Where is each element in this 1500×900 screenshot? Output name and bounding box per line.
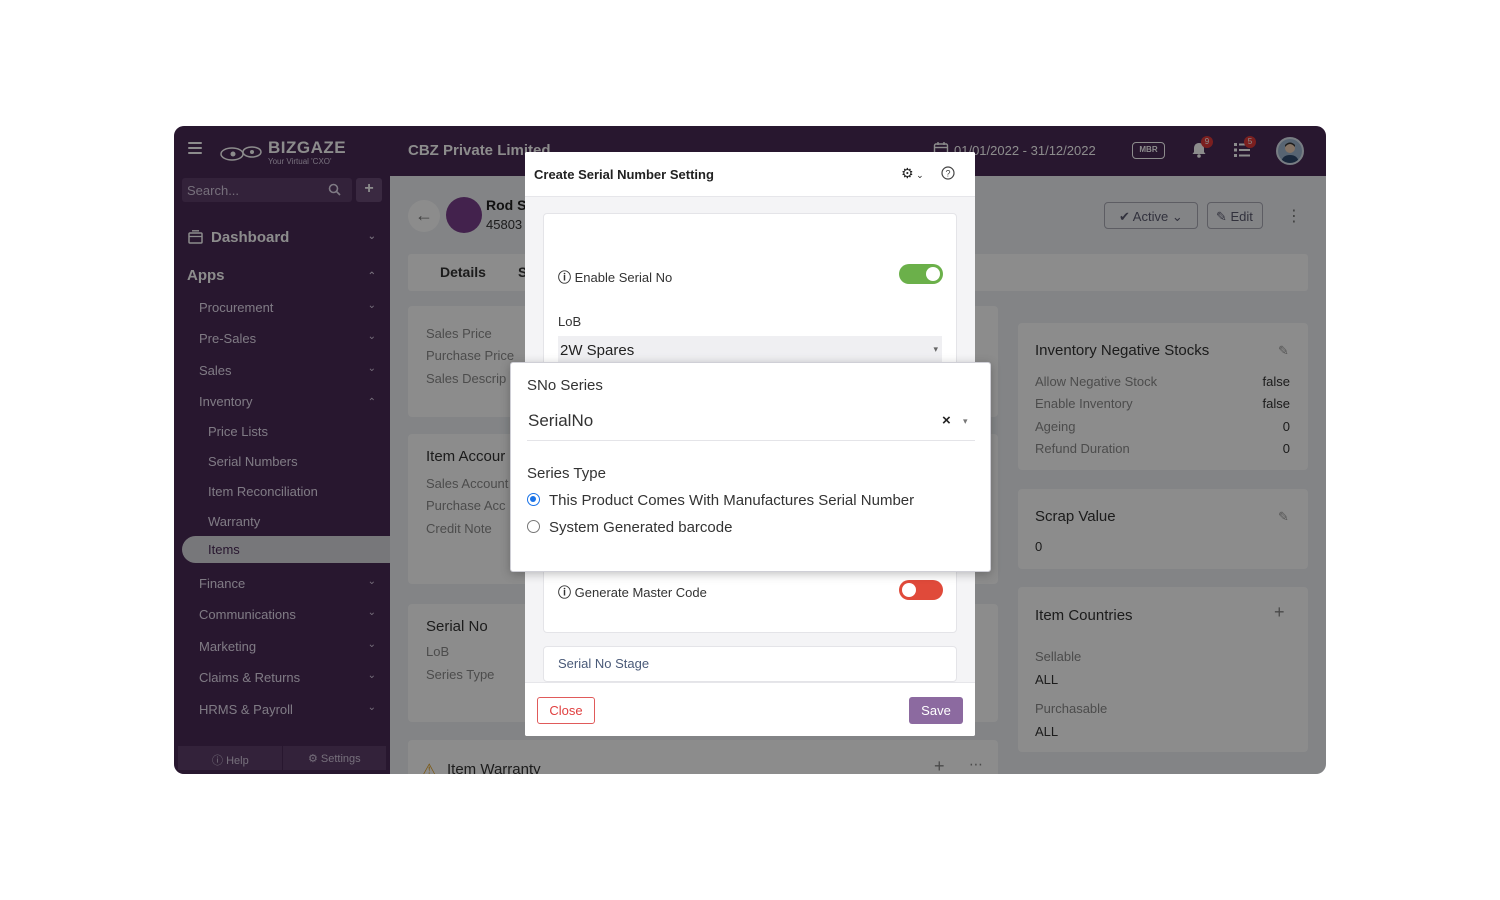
clear-icon[interactable]: × [942,412,951,429]
serial-no-stage-section[interactable]: Serial No Stage [543,646,957,682]
generate-master-toggle[interactable] [899,580,943,600]
enable-serial-label: ⓘ Enable Serial No [558,270,673,285]
enable-serial-toggle[interactable] [899,264,943,284]
radio-button[interactable] [527,520,540,533]
sno-series-popup: SNo Series SerialNo × ▾ Series Type This… [510,362,991,572]
close-button[interactable]: Close [537,697,595,724]
series-type-option-barcode[interactable]: System Generated barcode [527,518,977,538]
modal-footer: Close Save [525,682,975,736]
info-icon: ⓘ [558,270,572,285]
radio-button[interactable] [527,493,540,506]
sno-series-label: SNo Series [527,377,603,394]
info-icon: ⓘ [558,585,572,600]
caret-down-icon[interactable]: ▾ [963,416,968,427]
lob-select[interactable]: 2W Spares ▾ [558,336,942,362]
help-icon[interactable]: ? [941,166,955,180]
sno-series-select[interactable]: SerialNo × ▾ [527,407,975,441]
caret-down-icon: ▾ [933,344,938,354]
svg-text:?: ? [945,169,950,179]
modal-header: Create Serial Number Setting ⚙ ⌄ ? [525,152,975,197]
series-type-label: Series Type [527,465,606,482]
gear-icon[interactable]: ⚙ ⌄ [901,165,924,182]
series-type-option-manufacturer[interactable]: This Product Comes With Manufactures Ser… [527,491,977,511]
save-button[interactable]: Save [909,697,963,724]
modal-title: Create Serial Number Setting [534,167,714,182]
lob-label: LoB [558,314,582,329]
generate-master-label: ⓘ Generate Master Code [558,585,707,600]
